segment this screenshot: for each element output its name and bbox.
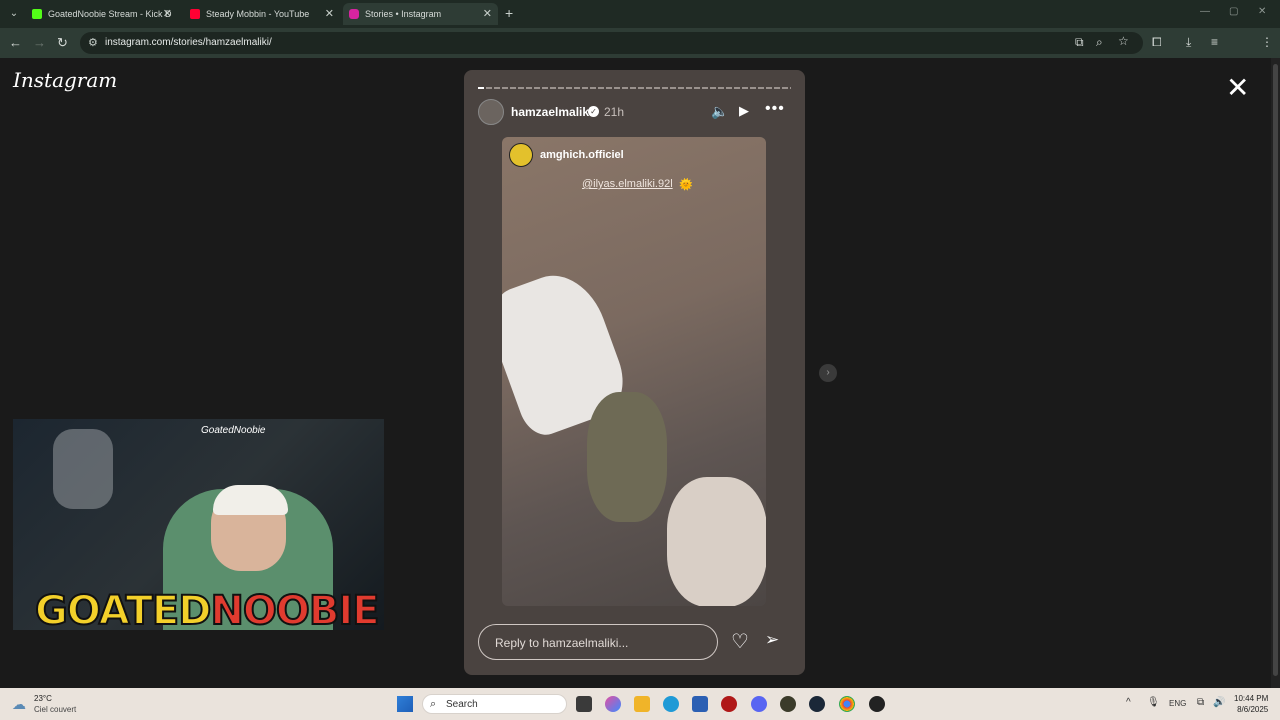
scrollbar-thumb[interactable]	[1273, 64, 1278, 676]
site-info-icon[interactable]: ⚙	[88, 36, 98, 49]
tab-title: Steady Mobbin - YouTube	[206, 9, 310, 19]
like-heart-icon[interactable]: ♡	[731, 629, 749, 654]
windows-taskbar: ☁ 23°C Ciel couvert ⌕ Search ^ 🎙 ENG ⧉ 🔊…	[0, 688, 1280, 720]
youtube-favicon-icon	[190, 9, 200, 19]
clock-date: 8/6/2025	[1237, 705, 1269, 714]
copilot-icon[interactable]	[605, 696, 621, 712]
instagram-favicon-icon	[349, 9, 359, 19]
photo-region	[667, 477, 766, 606]
sound-icon[interactable]: 🔈	[711, 103, 728, 120]
minimize-icon[interactable]: —	[1200, 6, 1210, 17]
cast-icon[interactable]: ⧉	[1075, 35, 1084, 50]
network-icon[interactable]: ⧉	[1197, 697, 1204, 708]
tab-instagram[interactable]: Stories • Instagram ✕	[343, 3, 498, 25]
clock-time: 10:44 PM	[1234, 694, 1269, 703]
tab-kick[interactable]: GoatedNoobie Stream - Kick D ✕	[26, 3, 178, 25]
address-bar[interactable]: ⚙ instagram.com/stories/hamzaelmaliki/ ⧉…	[80, 32, 1143, 54]
play-icon[interactable]: ▶	[739, 103, 749, 119]
streamer-cap	[213, 485, 288, 515]
new-tab-button[interactable]: +	[505, 5, 513, 21]
reply-box[interactable]	[478, 624, 718, 660]
browser-menu-icon[interactable]: ⋮	[1261, 35, 1273, 49]
microphone-icon[interactable]: 🎙	[1147, 697, 1160, 708]
story-author-avatar[interactable]	[478, 99, 504, 125]
tab-title: GoatedNoobie Stream - Kick D	[48, 9, 172, 19]
story-progress-fill	[478, 87, 485, 89]
cloud-weather-icon[interactable]: ☁	[12, 696, 26, 713]
taskbar-search[interactable]: ⌕ Search	[422, 694, 567, 714]
reshared-username[interactable]: amghich.officiel	[540, 149, 624, 161]
weather-temp: 23°C	[34, 694, 52, 703]
obs-icon[interactable]	[869, 696, 885, 712]
store-icon[interactable]	[692, 696, 708, 712]
story-progress-bar	[478, 87, 791, 89]
instagram-logo[interactable]: Instagram	[13, 68, 117, 92]
webcam-banner: GOATEDNOOBIE	[34, 588, 381, 630]
extensions-icon[interactable]: ⧠	[1152, 35, 1162, 50]
tab-close-icon[interactable]: ✕	[325, 3, 334, 25]
story-time-ago: 21h	[604, 105, 625, 119]
search-label: Search	[446, 699, 478, 710]
story-author-username[interactable]: hamzaelmaliki	[511, 105, 592, 119]
weather-condition: Ciel couvert	[34, 705, 77, 714]
instagram-page: Instagram ✕ hamzaelmaliki ✓ 21h 🔈 ▶ ••• …	[0, 58, 1280, 688]
send-paper-plane-icon[interactable]: ➢	[765, 630, 779, 650]
next-story-chevron-icon[interactable]: ›	[819, 364, 837, 382]
more-options-icon[interactable]: •••	[765, 100, 785, 118]
edge-icon[interactable]	[663, 696, 679, 712]
task-view-icon[interactable]	[576, 696, 592, 712]
tab-title: Stories • Instagram	[365, 9, 442, 19]
reload-icon[interactable]: ↻	[57, 35, 68, 51]
banner-part1: GOATED	[34, 588, 212, 630]
steam-icon[interactable]	[809, 696, 825, 712]
zoom-icon[interactable]: ⌕	[1096, 35, 1103, 50]
photo-region	[587, 392, 667, 522]
bookmark-star-icon[interactable]: ☆	[1118, 34, 1129, 48]
kick-favicon-icon	[32, 9, 42, 19]
browser-tabstrip: ⌄ GoatedNoobie Stream - Kick D ✕ Steady …	[0, 0, 1280, 28]
close-story-icon[interactable]: ✕	[1226, 74, 1249, 102]
back-icon[interactable]: ←	[9, 35, 22, 50]
app-icon[interactable]	[721, 696, 737, 712]
windows-start-icon[interactable]	[397, 696, 413, 712]
app-icon[interactable]	[780, 696, 796, 712]
language-indicator[interactable]: ENG	[1169, 699, 1186, 708]
reshared-avatar[interactable]	[509, 143, 533, 167]
story-viewer: hamzaelmaliki ✓ 21h 🔈 ▶ ••• amghich.offi…	[464, 70, 805, 675]
media-control-icon[interactable]: ≡	[1211, 35, 1218, 49]
tab-youtube[interactable]: Steady Mobbin - YouTube ✕	[184, 3, 340, 25]
webcam-tag: GoatedNoobie	[201, 425, 266, 436]
sun-emoji: 🌞	[679, 179, 693, 191]
url-text: instagram.com/stories/hamzaelmaliki/	[105, 37, 272, 48]
forward-icon[interactable]: →	[33, 35, 46, 50]
tab-close-icon[interactable]: ✕	[163, 3, 172, 25]
download-icon[interactable]: ⤓	[1186, 35, 1191, 50]
chrome-icon[interactable]	[839, 696, 855, 712]
mention-link[interactable]: @ilyas.elmaliki.92l	[582, 178, 673, 190]
search-icon: ⌕	[430, 698, 437, 710]
volume-icon[interactable]: 🔊	[1213, 697, 1225, 708]
banner-part2: NOOBIE	[209, 588, 380, 630]
story-media[interactable]: amghich.officiel @ilyas.elmaliki.92l 🌞	[502, 137, 766, 606]
reply-input[interactable]	[495, 634, 705, 652]
maximize-icon[interactable]: ▢	[1229, 6, 1238, 17]
browser-toolbar: ← → ↻ ⚙ instagram.com/stories/hamzaelmal…	[0, 28, 1280, 77]
window-close-icon[interactable]: ✕	[1258, 6, 1266, 17]
webcam-overlay: GoatedNoobie GOATEDNOOBIE	[13, 419, 384, 630]
file-explorer-icon[interactable]	[634, 696, 650, 712]
tab-close-icon[interactable]: ✕	[483, 3, 492, 25]
page-scrollbar[interactable]	[1271, 58, 1280, 688]
verified-badge-icon: ✓	[588, 106, 599, 117]
tab-search-icon[interactable]: ⌄	[6, 6, 22, 22]
tray-chevron-up-icon[interactable]: ^	[1126, 697, 1131, 708]
discord-icon[interactable]	[751, 696, 767, 712]
system-clock[interactable]: 10:44 PM 8/6/2025	[1234, 693, 1268, 715]
figurine-region	[53, 429, 113, 509]
